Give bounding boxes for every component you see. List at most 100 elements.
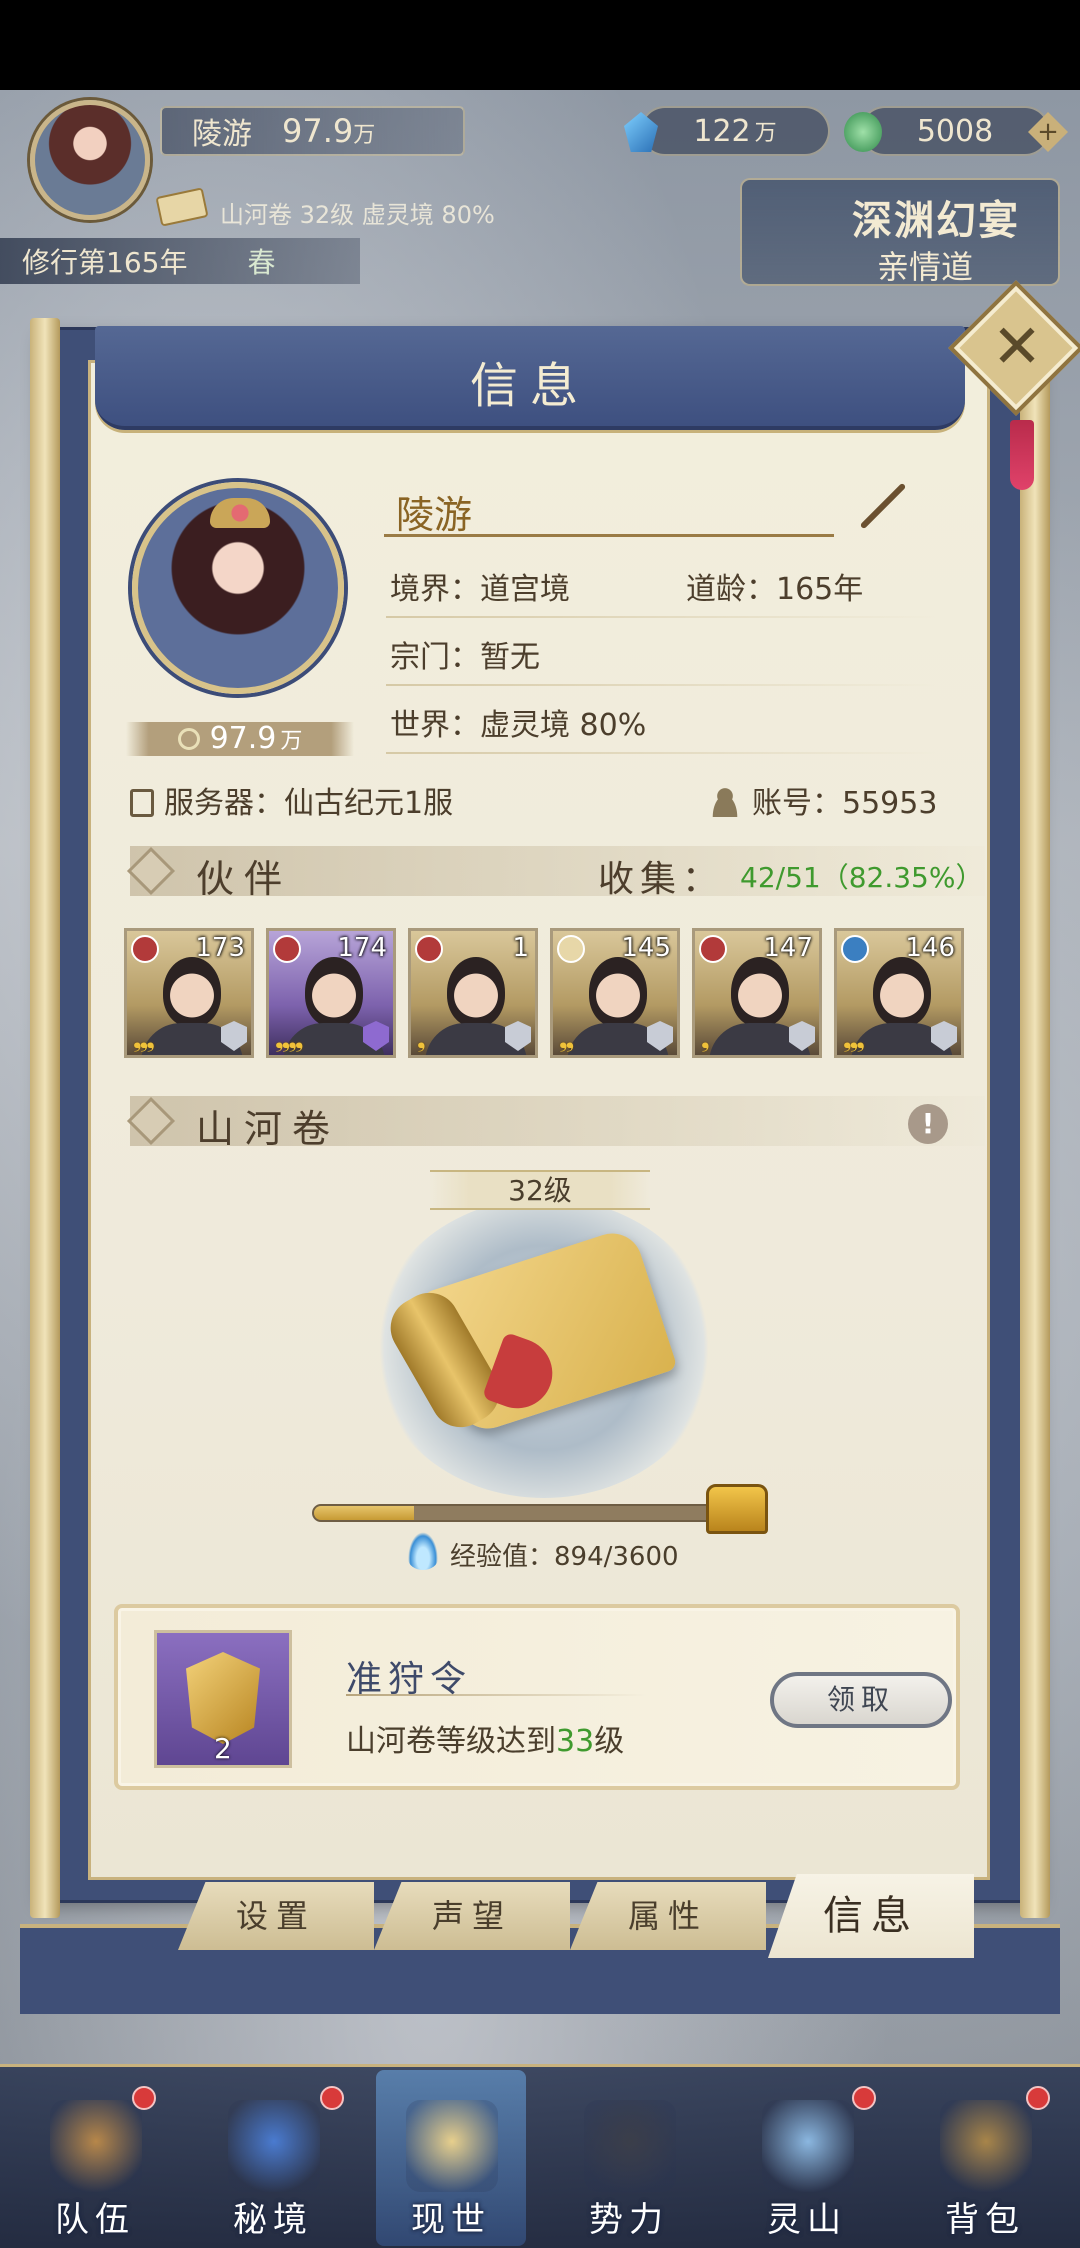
reward-count: 2 [214, 1732, 232, 1765]
panel-title: 信息 [469, 358, 590, 414]
panel-rail-left [30, 318, 60, 1918]
partner-level: 145 [621, 933, 671, 963]
nav-label: 势力 [589, 2200, 669, 2240]
partner-stars: ❟❟❟ [133, 1028, 155, 1053]
event-subtitle: 亲情道 [877, 248, 974, 286]
account-label: 账号：55953 [752, 786, 938, 821]
jade-coin-icon [844, 112, 882, 152]
reward-desc-suffix: 级 [594, 1724, 625, 1759]
tab-attributes[interactable]: 属性 [570, 1882, 766, 1950]
tab-reputation[interactable]: 声望 [374, 1882, 570, 1950]
collect-label: 收集： [598, 859, 725, 900]
nav-icon [762, 2100, 854, 2192]
partner-face [589, 957, 647, 1027]
partner-level: 146 [905, 933, 955, 963]
server-doc-icon [130, 789, 154, 817]
reward-divider [346, 1694, 646, 1696]
nav-label: 队伍 [55, 2200, 135, 2240]
status-bar [0, 0, 1080, 90]
nav-icon [584, 2100, 676, 2192]
profile-power-value: 97.9 [209, 721, 277, 756]
notification-dot [132, 2086, 156, 2110]
close-icon[interactable]: ✕ [982, 312, 1052, 382]
partner-card[interactable]: 1 ❟ [408, 928, 538, 1058]
partner-face [873, 957, 931, 1027]
nav-item-1[interactable]: 秘境 [198, 2070, 348, 2246]
season-label: 春 [247, 246, 276, 279]
reward-description: 山河卷等级达到33级 [346, 1716, 624, 1760]
server-label: 服务器：仙古纪元1服 [164, 786, 454, 821]
info-icon[interactable]: ! [908, 1104, 948, 1144]
partner-card[interactable]: 146 ❟❟❟ [834, 928, 964, 1058]
panel-title-banner: 信息 [95, 326, 965, 430]
nav-item-0[interactable]: 队伍 [20, 2070, 170, 2246]
partner-card[interactable]: 145 ❟❟ [550, 928, 680, 1058]
jade-resource[interactable]: 5008 + [844, 106, 1068, 156]
nav-label: 灵山 [767, 2200, 847, 2240]
gem-value: 122 [693, 113, 751, 149]
partner-card[interactable]: 147 ❟ [692, 928, 822, 1058]
tab-info[interactable]: 信息 [768, 1874, 974, 1958]
hud-sub-info: 山河卷 32级 虚灵境 80% [220, 201, 495, 229]
exp-label: 经验值：894/3600 [450, 1542, 679, 1572]
notification-dot [852, 2086, 876, 2110]
nav-item-2[interactable]: 现世 [376, 2070, 526, 2246]
event-title: 深渊幻宴 [852, 198, 1020, 244]
partner-level: 174 [337, 933, 387, 963]
panel-rail-right [1020, 318, 1050, 1918]
nav-item-5[interactable]: 背包 [910, 2070, 1060, 2246]
partner-stars: ❟❟ [559, 1028, 574, 1053]
exp-progress-fill [314, 1506, 415, 1520]
partner-face [305, 957, 363, 1027]
nav-label: 背包 [945, 2200, 1025, 2240]
power-icon [177, 728, 200, 750]
partner-face [731, 957, 789, 1027]
nav-icon [940, 2100, 1032, 2192]
hud-player-name: 陵游 [192, 117, 252, 152]
nav-label: 现世 [411, 2200, 491, 2240]
game-screen: 陵游 97.9万 122 万 5008 + 山河卷 32级 虚灵境 80% 修行第… [0, 0, 1080, 2248]
tab-settings[interactable]: 设置 [178, 1882, 374, 1950]
nav-item-4[interactable]: 灵山 [732, 2070, 882, 2246]
sect-info: 宗门：暂无 [390, 640, 540, 675]
scroll-title: 山河卷 [196, 1107, 341, 1151]
divider [386, 616, 936, 618]
claim-button[interactable]: 领取 [770, 1672, 952, 1728]
partner-face [447, 957, 505, 1027]
partners-title: 伙伴 [196, 857, 293, 901]
tassel-decoration [1010, 420, 1034, 490]
event-banner[interactable]: 深渊幻宴 亲情道 [740, 178, 1060, 286]
hud-power: 97.9万 [282, 112, 375, 150]
gem-unit: 万 [754, 121, 777, 146]
partner-level: 147 [763, 933, 813, 963]
partner-stars: ❟❟❟❟ [275, 1028, 303, 1053]
player-avatar[interactable] [30, 100, 150, 220]
jade-value: 5008 [916, 113, 994, 149]
partner-stars: ❟❟❟ [843, 1028, 865, 1053]
partner-face [163, 957, 221, 1027]
hud-power-value: 97.9 [282, 112, 354, 150]
crown-ornament [210, 498, 270, 528]
element-fire-icon [699, 935, 727, 963]
divider [386, 752, 936, 754]
nav-item-3[interactable]: 势力 [554, 2070, 704, 2246]
partner-level: 1 [512, 933, 529, 963]
partner-stars: ❟ [701, 1028, 710, 1053]
treasure-chest-icon[interactable] [706, 1484, 768, 1534]
partner-level: 173 [195, 933, 245, 963]
partner-stars: ❟ [417, 1028, 426, 1053]
partner-card[interactable]: 174 ❟❟❟❟ [266, 928, 396, 1058]
hunt-token-icon [186, 1652, 260, 1744]
dao-age-info: 道龄：165年 [686, 572, 864, 607]
partner-card[interactable]: 173 ❟❟❟ [124, 928, 254, 1058]
account-icon [708, 787, 742, 817]
scroll-level: 32级 [430, 1170, 650, 1210]
year-label: 修行第165年 [22, 246, 188, 279]
name-underline [384, 534, 834, 537]
notification-dot [320, 2086, 344, 2110]
reward-desc-prefix: 山河卷等级达到 [346, 1724, 556, 1759]
nav-icon [406, 2100, 498, 2192]
player-name-bar[interactable]: 陵游 97.9万 [160, 106, 465, 156]
gem-resource[interactable]: 122 万 [624, 106, 830, 156]
exp-progress-bar [312, 1504, 720, 1522]
